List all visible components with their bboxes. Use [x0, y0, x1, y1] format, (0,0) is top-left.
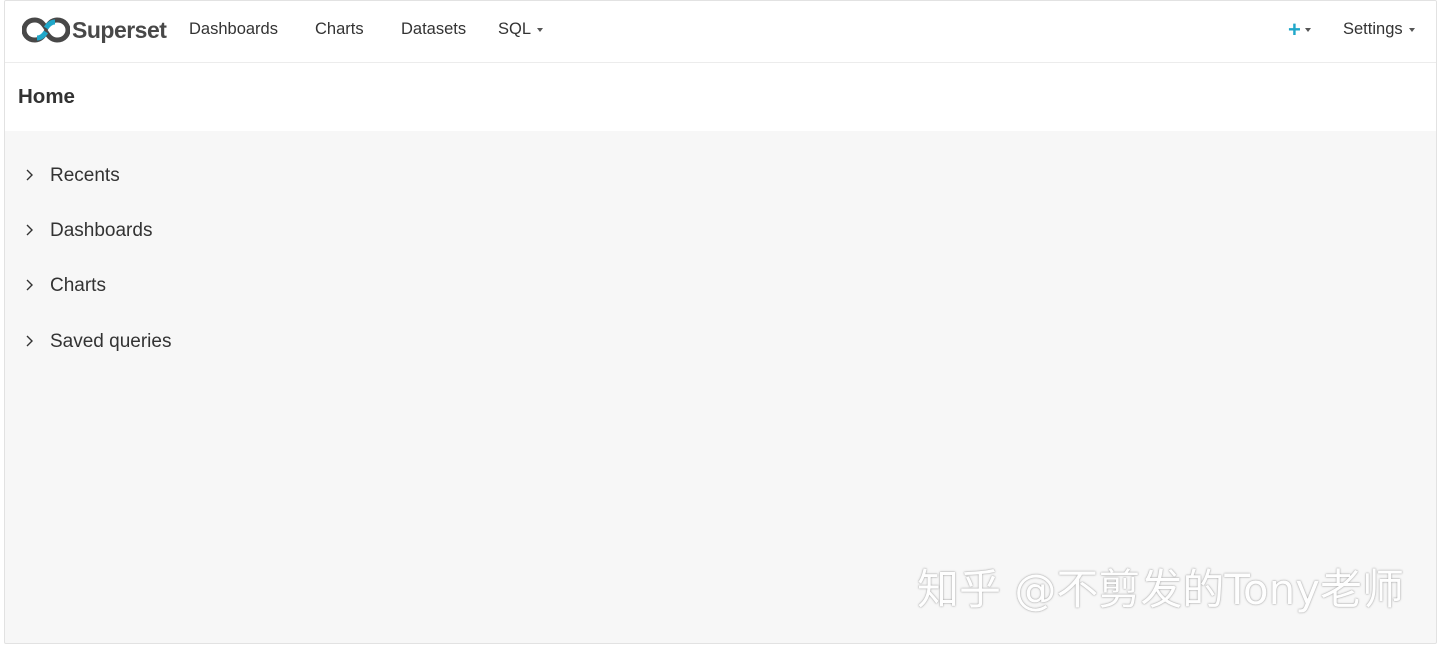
section-label: Recents [50, 165, 120, 186]
nav-datasets-label: Datasets [401, 20, 467, 38]
watermark: 知乎 @不剪发的Tony老师 [917, 565, 1405, 614]
section-label: Saved queries [50, 331, 172, 352]
superset-logo-icon [22, 15, 70, 45]
brand-logo-link[interactable]: Superset [22, 15, 167, 45]
section-charts[interactable]: Charts [5, 266, 1436, 306]
brand-name: Superset [72, 16, 167, 43]
new-item-dropdown[interactable]: + [1288, 18, 1311, 42]
nav-charts-label: Charts [315, 20, 364, 38]
chevron-right-icon [26, 224, 33, 236]
chevron-right-icon [26, 279, 33, 291]
nav-sql-dropdown[interactable]: SQL [498, 20, 544, 39]
section-recents[interactable]: Recents [5, 156, 1436, 196]
nav-charts[interactable]: Charts [315, 20, 364, 39]
caret-down-icon [537, 27, 544, 32]
caret-down-icon [1304, 28, 1311, 32]
chevron-right-icon [26, 335, 33, 347]
nav-datasets[interactable]: Datasets [401, 20, 466, 39]
page-title: Home [18, 85, 75, 108]
section-label: Charts [50, 275, 106, 296]
caret-down-icon [1408, 27, 1415, 32]
section-label: Dashboards [50, 220, 153, 241]
settings-dropdown[interactable]: Settings [1343, 20, 1415, 39]
nav-dashboards[interactable]: Dashboards [189, 20, 278, 39]
nav-dashboards-label: Dashboards [189, 20, 278, 38]
section-saved-queries[interactable]: Saved queries [5, 322, 1436, 362]
page-header: Home [5, 63, 1436, 131]
section-dashboards[interactable]: Dashboards [5, 211, 1436, 251]
app-window: Superset Dashboards Charts Datasets SQL … [4, 0, 1437, 644]
top-navbar: Superset Dashboards Charts Datasets SQL … [5, 1, 1436, 63]
nav-sql-label: SQL [498, 20, 532, 38]
chevron-right-icon [26, 169, 33, 181]
settings-label: Settings [1343, 20, 1403, 38]
plus-icon: + [1288, 17, 1301, 42]
